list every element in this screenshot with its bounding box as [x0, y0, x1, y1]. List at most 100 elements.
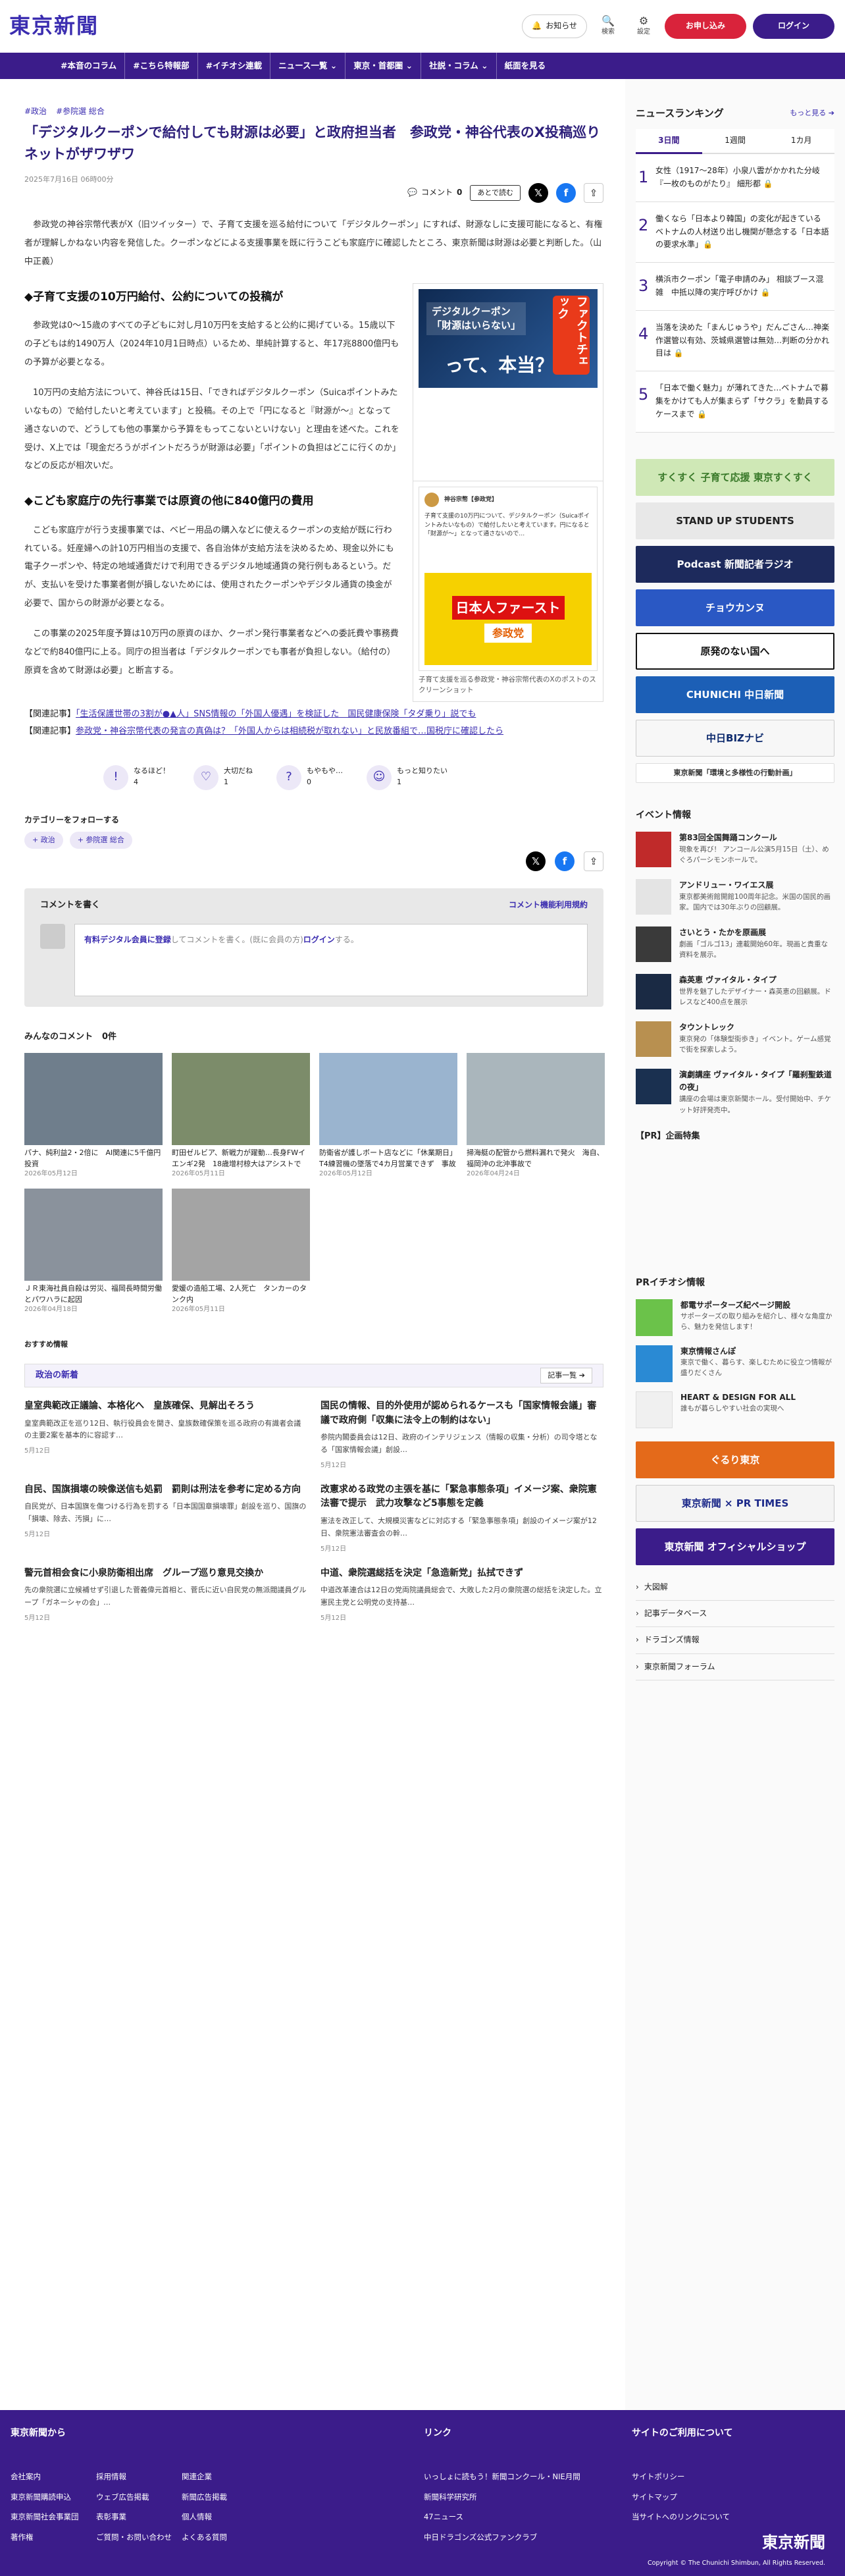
x-share-icon[interactable]: 𝕏 — [526, 851, 546, 871]
banner[interactable]: 原発のない国へ — [636, 632, 834, 670]
login-button[interactable]: ログイン — [753, 14, 834, 39]
photo-card[interactable]: パナ、純利益2・2倍に AI関連に5千億円投資 2026年05月12日 — [24, 1053, 163, 1179]
footer-link[interactable]: 個人情報 — [182, 2511, 267, 2523]
news-item[interactable]: 改憲求める政党の主張を基に「緊急事態条項」イメージ案、衆院憲法審で提示 武力攻撃… — [320, 1483, 603, 1555]
pr-item[interactable]: 東京情報さんぽ 東京で働く、暮らす、楽しむために役立つ情報が盛りだくさん — [636, 1345, 834, 1383]
footer-link[interactable]: 東京新聞社会事業団 — [11, 2511, 96, 2523]
banner[interactable]: チョウカンヌ — [636, 589, 834, 626]
article-figure[interactable]: 神谷宗幣【参政党】 子育て支援の10万円について、デジタルクーポン（Suicaポ… — [413, 481, 603, 702]
banner[interactable]: 東京新聞 オフィシャルショップ — [636, 1528, 834, 1566]
photo-card[interactable]: 防衛省が護しボート店などに「休業期日」T4練習機の墜落で4カ月営業できず 事故原… — [319, 1053, 457, 1179]
search-button[interactable]: 🔍 検索 — [594, 15, 623, 38]
follow-chip[interactable]: + 政治 — [24, 832, 63, 849]
footer-link[interactable]: サイトマップ — [632, 2491, 834, 2503]
footer-link[interactable]: 47ニュース — [424, 2511, 632, 2523]
footer-link[interactable]: 新聞広告掲載 — [182, 2491, 267, 2503]
footer-link[interactable]: ウェブ広告掲載 — [96, 2491, 182, 2503]
footer-link[interactable]: 新聞科学研究所 — [424, 2491, 632, 2503]
event-item[interactable]: アンドリュー・ワイエス展 東京都美術館開館100周年記念。米国の国民的画家。国内で… — [636, 878, 834, 915]
footer-link[interactable]: 採用情報 — [96, 2471, 182, 2482]
ranking-item[interactable]: 1 女性（1917〜28年）小泉八雲がかかれた分岐 『一枚のものがたり』 細形都 … — [636, 154, 834, 202]
event-item[interactable]: 森英恵 ヴァイタル・タイプ 世界を魅了したデザイナー・森英恵の回顧展。ドレスなど4… — [636, 973, 834, 1009]
news-item[interactable]: 皇室典範改正議論、本格化へ 皇族確保、見解出そろう 皇室典範改正を巡り12日、執行… — [24, 1399, 307, 1471]
photo-card[interactable]: 愛媛の造船工場、2人死亡 タンカーのタンク内 2026年05月11日 — [172, 1189, 310, 1315]
site-logo[interactable]: 東京新聞 — [9, 9, 99, 43]
footer-logo[interactable]: 東京新聞 — [762, 2530, 825, 2555]
banner[interactable]: 東京新聞 × PR TIMES — [636, 1485, 834, 1522]
footer-link[interactable]: 関連企業 — [182, 2471, 267, 2482]
nav-item[interactable]: ニュース一覧 ⌄ — [270, 53, 346, 79]
comment-rules-link[interactable]: コメント機能利用規約 — [509, 899, 588, 913]
footer-link[interactable]: 表彰事業 — [96, 2511, 182, 2523]
banner[interactable]: 中日BIZナビ — [636, 719, 834, 757]
photo-card[interactable]: ＪＲ東海社員自殺は労災、福岡長時間労働とパワハラに起因 2026年04月18日 — [24, 1189, 163, 1315]
tag-link[interactable]: #政治 — [24, 105, 47, 118]
footer-link[interactable]: 中日ドラゴンズ公式ファンクラブ — [424, 2531, 632, 2543]
event-item[interactable]: タウントレック 東京発の「体験型街歩き」イベント。ゲーム感覚で街を探索しよう。 — [636, 1021, 834, 1057]
reaction-button[interactable]: ♡ 大切だね 1 — [193, 765, 253, 790]
side-link[interactable]: › 記事データベース — [636, 1601, 834, 1628]
nav-item[interactable]: 紙面を見る — [497, 53, 554, 79]
facebook-share-icon[interactable]: f — [556, 182, 576, 203]
event-item[interactable]: 第83回全国舞踊コンクール 現象を再び！ アンコール公演5月15日（土）、めぐろパ… — [636, 831, 834, 867]
apply-button[interactable]: お申し込み — [665, 14, 746, 39]
nav-item[interactable]: #本音のコラム — [53, 53, 126, 79]
ranking-item[interactable]: 4 当落を決めた「まんじゅうや」だんごさん…神楽作選管以有効、茨城県選管は無効…判… — [636, 310, 834, 372]
follow-chip[interactable]: + 参院選 総合 — [69, 832, 132, 849]
tab-3days[interactable]: 3日間 — [636, 129, 702, 155]
share-icon[interactable]: ⇪ — [584, 851, 603, 871]
facebook-share-icon[interactable]: f — [555, 851, 575, 871]
tag-link[interactable]: #参院選 総合 — [56, 105, 105, 118]
nav-item[interactable]: 社説・コラム ⌄ — [421, 53, 497, 79]
footer-link[interactable]: 著作権 — [11, 2531, 96, 2543]
news-item[interactable]: 警元首相会食に小泉防衛相出席 グループ巡り意見交換か 先の衆院選に立候補せず引退し… — [24, 1567, 307, 1624]
notice-button[interactable]: 🔔 お知らせ — [522, 14, 587, 38]
news-item[interactable]: 中道、衆院選総括を決定「急造新党」払拭できず 中道改革連合は12日の党両院議員総会… — [320, 1567, 603, 1624]
ranking-item[interactable]: 3 横浜市クーポン「電子申請のみ」 相談ブース混雑 中抵以降の実庁呼びかけ 🔒 — [636, 263, 834, 311]
ranking-item[interactable]: 5 「日本で働く魅力」が薄れてきた…ベトナムで募集をかけても人が集まらず「サクラ」… — [636, 371, 834, 433]
side-link[interactable]: › ドラゴンズ情報 — [636, 1627, 834, 1654]
comment-input[interactable]: 有料デジタル会員に登録してコメントを書く。(既に会員の方)ログインする。 — [74, 924, 588, 997]
footer-link[interactable]: いっしょに読もう！新聞コンクール・NIE月間 — [424, 2471, 632, 2482]
read-later-button[interactable]: あとで読む — [470, 185, 521, 201]
pr-item[interactable]: HEART & DESIGN FOR ALL 誰もが暮らしやすい社会の実現へ — [636, 1391, 834, 1429]
banner[interactable]: STAND UP STUDENTS — [636, 502, 834, 539]
footer-link[interactable]: ご質問・お問い合わせ — [96, 2531, 182, 2543]
photo-card[interactable]: 掃海艇の配管から燃料漏れで発火 海自、福岡沖の北沖事故で 2026年04月24日 — [467, 1053, 605, 1179]
footer-link[interactable]: 当サイトへのリンクについて — [632, 2511, 834, 2523]
side-link[interactable]: › 大図解 — [636, 1574, 834, 1601]
banner[interactable]: ぐるり東京 — [636, 1441, 834, 1479]
footer-link[interactable]: よくある質問 — [182, 2531, 267, 2543]
nav-item[interactable]: 東京・首都圏 ⌄ — [346, 53, 422, 79]
reaction-button[interactable]: ? もやもや… 0 — [276, 765, 343, 790]
footer-link[interactable]: サイトポリシー — [632, 2471, 834, 2482]
x-share-icon[interactable]: 𝕏 — [528, 182, 548, 203]
event-item[interactable]: さいとう・たかを原画展 劇画「ゴルゴ13」連載開始60年。現画と貴重な資料を展示。 — [636, 926, 834, 962]
banner[interactable]: 東京新聞「環境と多様性の行動計画」 — [636, 763, 834, 783]
footer-link[interactable]: 東京新聞購読申込 — [11, 2491, 96, 2503]
nav-item[interactable]: #イチオシ連載 — [198, 53, 271, 79]
related-link[interactable]: 「生活保護世帯の3割が●▲人」SNS情報の「外国人優遇」を検証した 国民健康保険… — [76, 709, 476, 719]
reaction-button[interactable]: ☺ もっと知りたい 1 — [367, 765, 448, 790]
photo-card[interactable]: 町田ゼルビア、新戦力が躍動…長身FWイエンギ2発 18歳增村椋大はアシストでデ…… — [172, 1053, 310, 1179]
banner[interactable]: CHUNICHI 中日新聞 — [636, 676, 834, 713]
pr-item[interactable]: 都電サポーターズ紀ページ開設 サポーターズの取り組みを紹介し、様々な角度から、魅力… — [636, 1299, 834, 1337]
article-figure[interactable]: デジタルクーポン 「財源はいらない」 って、本当？ ファクトチェック — [413, 282, 603, 488]
tab-1week[interactable]: 1週間 — [702, 129, 769, 155]
side-link[interactable]: › 東京新聞フォーラム — [636, 1654, 834, 1680]
reaction-button[interactable]: ! なるほど！ 4 — [103, 765, 170, 790]
related-link[interactable]: 参政党・神谷宗幣代表の発言の真偽は？「外国人からは相続税が取れない」と民放番組で… — [76, 726, 503, 736]
comment-count[interactable]: 💬 コメント 0 — [407, 186, 462, 199]
nav-item[interactable]: #こちら特報部 — [125, 53, 198, 79]
event-item[interactable]: 演劇講座 ヴァイタル・タイプ「羅刹聖鉄道の夜」 講座の会場は東京新聞ホール。受付開… — [636, 1068, 834, 1115]
tab-1month[interactable]: 1カ月 — [768, 129, 835, 155]
news-item[interactable]: 国民の情報、目的外使用が認められるケースも「国家情報会議」審議で政府側「収集に法… — [320, 1399, 603, 1471]
settings-button[interactable]: ⚙ 設定 — [629, 15, 658, 38]
news-item[interactable]: 自民、国旗損壊の映像送信も処罰 罰則は刑法を参考に定める方向 自民党が、日本国旗を… — [24, 1483, 307, 1555]
footer-link[interactable]: 会社案内 — [11, 2471, 96, 2482]
share-icon[interactable]: ⇪ — [584, 182, 603, 203]
banner[interactable]: すくすく 子育て応援 東京すくすく — [636, 458, 834, 496]
banner[interactable]: Podcast 新聞記者ラジオ — [636, 545, 834, 583]
ranking-more-link[interactable]: もっと見る ➔ — [790, 107, 834, 119]
more-link[interactable]: 記事一覧 ➔ — [540, 1368, 592, 1383]
